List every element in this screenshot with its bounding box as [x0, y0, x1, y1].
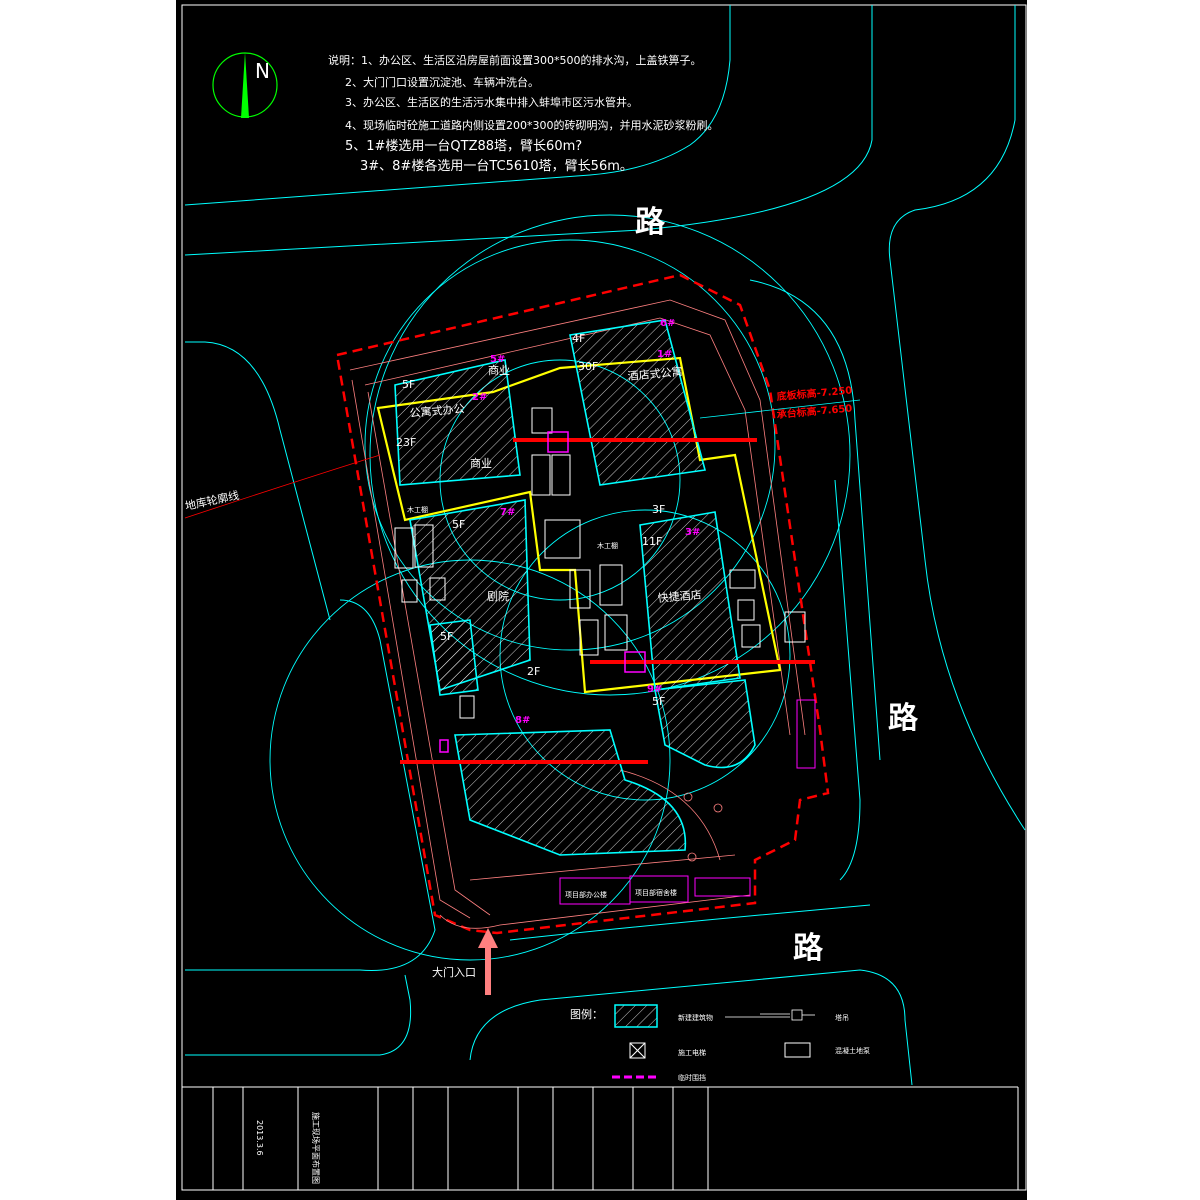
legend-new-building: 新建建筑物: [678, 1013, 713, 1022]
label-bldg-5: 5#: [490, 354, 505, 365]
label-bldg-9: 9#: [647, 684, 662, 695]
legend-construction-elevator: 施工电梯: [678, 1048, 706, 1057]
label-carpentry-1: 木工棚: [407, 505, 428, 514]
note-line-5: 5、1#楼选用一台QTZ88塔，臂长60m?: [345, 139, 582, 154]
label-bldg-2: 2#: [472, 392, 487, 403]
road-label-north: 路: [635, 205, 666, 240]
label-bldg-6: 6#: [660, 318, 675, 329]
label-5f-a: 5F: [402, 378, 415, 391]
title-block-date: 2013.3.6: [255, 1120, 264, 1156]
note-line-4: 4、现场临时砼施工道路内侧设置200*300的砖砌明沟，并用水泥砂浆粉刷。: [345, 118, 719, 132]
label-4f: 4F: [572, 332, 585, 345]
label-3f: 3F: [652, 503, 665, 516]
label-commercial-1: 商业: [488, 363, 510, 377]
label-project-office: 项目部办公楼: [565, 890, 607, 899]
note-line-3: 3、办公区、生活区的生活污水集中排入蚌埠市区污水管井。: [345, 95, 638, 109]
note-line-6: 3#、8#楼各选用一台TC5610塔，臂长56m。: [360, 158, 633, 174]
legend-hatch-swatch: [614, 1004, 658, 1028]
label-5f-b: 5F: [452, 518, 465, 531]
road-label-south: 路: [793, 931, 824, 966]
label-bldg-8: 8#: [515, 715, 530, 726]
label-carpentry-2: 木工棚: [597, 541, 618, 550]
title-block-drawing-name: 施工现场平面布置图: [311, 1112, 321, 1184]
label-11f: 11F: [642, 535, 662, 548]
road-label-east: 路: [888, 701, 919, 736]
legend-concrete-pump: 混凝土地泵: [835, 1046, 870, 1055]
compass-letter: N: [255, 59, 270, 83]
legend-title: 图例：: [570, 1007, 603, 1021]
legend-temp-fence: 临时围挡: [678, 1073, 706, 1082]
label-bldg-3: 3#: [685, 527, 700, 538]
note-line-1: 说明：1、办公区、生活区沿房屋前面设置300*500的排水沟，上盖铁箅子。: [328, 53, 702, 67]
label-bldg-7: 7#: [500, 507, 515, 518]
label-30f: 30F: [578, 360, 598, 373]
label-5f-c: 5F: [440, 630, 453, 643]
label-project-dorm: 项目部宿舍楼: [635, 888, 677, 897]
label-2f: 2F: [527, 665, 540, 678]
label-commercial-2: 商业: [470, 456, 492, 470]
site-plan-drawing: N 说明：1、办公区、生活区沿房屋前面设置300*500的排水沟，上盖铁箅子。 …: [0, 0, 1200, 1200]
legend-tower-crane: 塔吊: [835, 1013, 849, 1022]
label-bldg-1: 1#: [657, 349, 672, 360]
note-line-2: 2、大门门口设置沉淀池、车辆冲洗台。: [345, 75, 539, 89]
label-theater: 剧院: [487, 589, 509, 603]
label-entrance: 大门入口: [432, 965, 476, 979]
label-5f-d: 5F: [652, 695, 665, 708]
label-23f: 23F: [396, 436, 416, 449]
